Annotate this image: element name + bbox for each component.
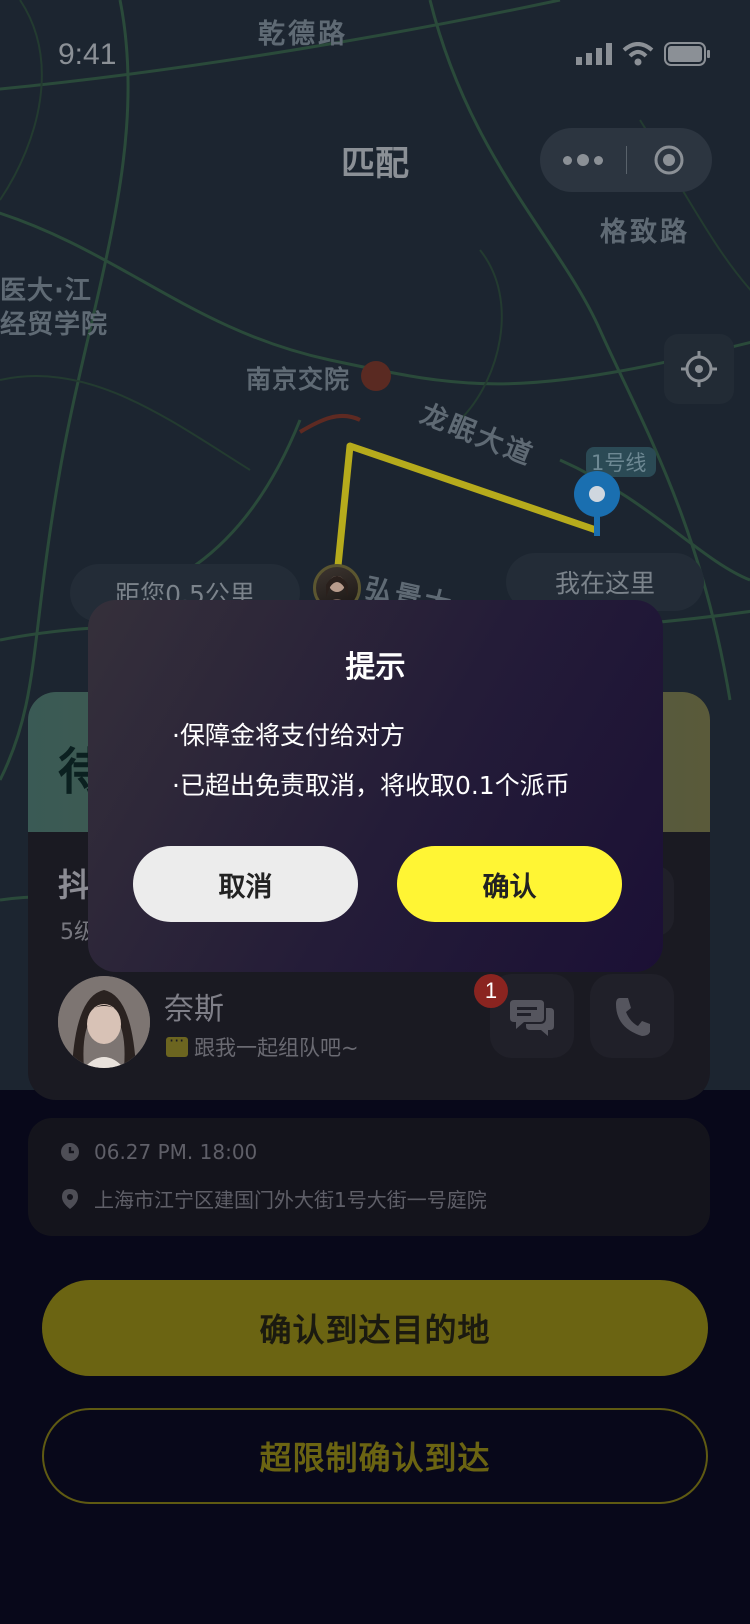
location-pin-icon	[62, 1188, 78, 1209]
more-button[interactable]	[540, 128, 626, 192]
game-title: 抖	[58, 866, 91, 904]
appointment-address: 上海市江宁区建国门外大街1号大街一号庭院	[94, 1188, 487, 1212]
call-button[interactable]	[590, 974, 674, 1058]
more-dot-icon	[576, 154, 589, 166]
appointment-time: 06.27 PM. 18:00	[94, 1140, 258, 1164]
map-label-road-right: 格致路	[600, 217, 690, 248]
user-avatar[interactable]	[58, 976, 150, 1068]
battery-icon	[664, 42, 710, 66]
more-dot-icon	[593, 155, 603, 165]
appointment-info-card: 06.27 PM. 18:00 上海市江宁区建国门外大街1号大街一号庭院	[28, 1118, 710, 1236]
confirm-arrival-button[interactable]: 确认到达目的地	[42, 1280, 708, 1376]
phone-icon	[616, 998, 650, 1036]
user-message: 跟我一起组队吧~	[166, 1031, 359, 1062]
cancel-confirm-dialog: 提示 ·保障金将支付给对方 ·已超出免责取消，将收取0.1个派币 取消 确认	[88, 600, 663, 972]
signal-icon	[576, 43, 612, 65]
chat-icon	[510, 1000, 554, 1036]
crosshair-icon	[681, 351, 717, 387]
unread-badge: 1	[474, 974, 508, 1008]
dialog-title: 提示	[345, 650, 406, 685]
avatar-image	[58, 976, 150, 1068]
status-icons	[576, 42, 710, 66]
map-label-poi-2: 经贸学院	[0, 310, 109, 340]
close-mini-program-button[interactable]	[627, 128, 713, 192]
overlimit-confirm-button[interactable]: 超限制确认到达	[42, 1408, 708, 1504]
dialog-cancel-button[interactable]: 取消	[133, 846, 358, 922]
status-time: 9:41	[58, 38, 117, 71]
appointment-address-row: 上海市江宁区建国门外大街1号大街一号庭院	[60, 1184, 487, 1213]
map-label-poi-1: 医大·江	[0, 276, 92, 306]
status-bar: 9:41	[0, 0, 750, 88]
clock-icon	[61, 1143, 79, 1161]
map-label-station: 南京交院	[246, 365, 351, 394]
dialog-confirm-button[interactable]: 确认	[397, 846, 622, 922]
locate-me-button[interactable]	[664, 334, 734, 404]
mini-program-capsule	[540, 128, 712, 192]
target-icon	[654, 145, 684, 175]
user-message-text: 跟我一起组队吧~	[194, 1036, 359, 1060]
dialog-line-fee: ·已超出免责取消，将收取0.1个派币	[172, 771, 570, 800]
more-dot-icon	[562, 155, 572, 165]
appointment-time-row: 06.27 PM. 18:00	[60, 1140, 257, 1164]
chat-bubble-icon	[166, 1031, 188, 1057]
dialog-line-deposit: ·保障金将支付给对方	[172, 721, 405, 750]
wifi-icon	[622, 42, 654, 66]
user-name: 奈斯	[164, 992, 224, 1027]
